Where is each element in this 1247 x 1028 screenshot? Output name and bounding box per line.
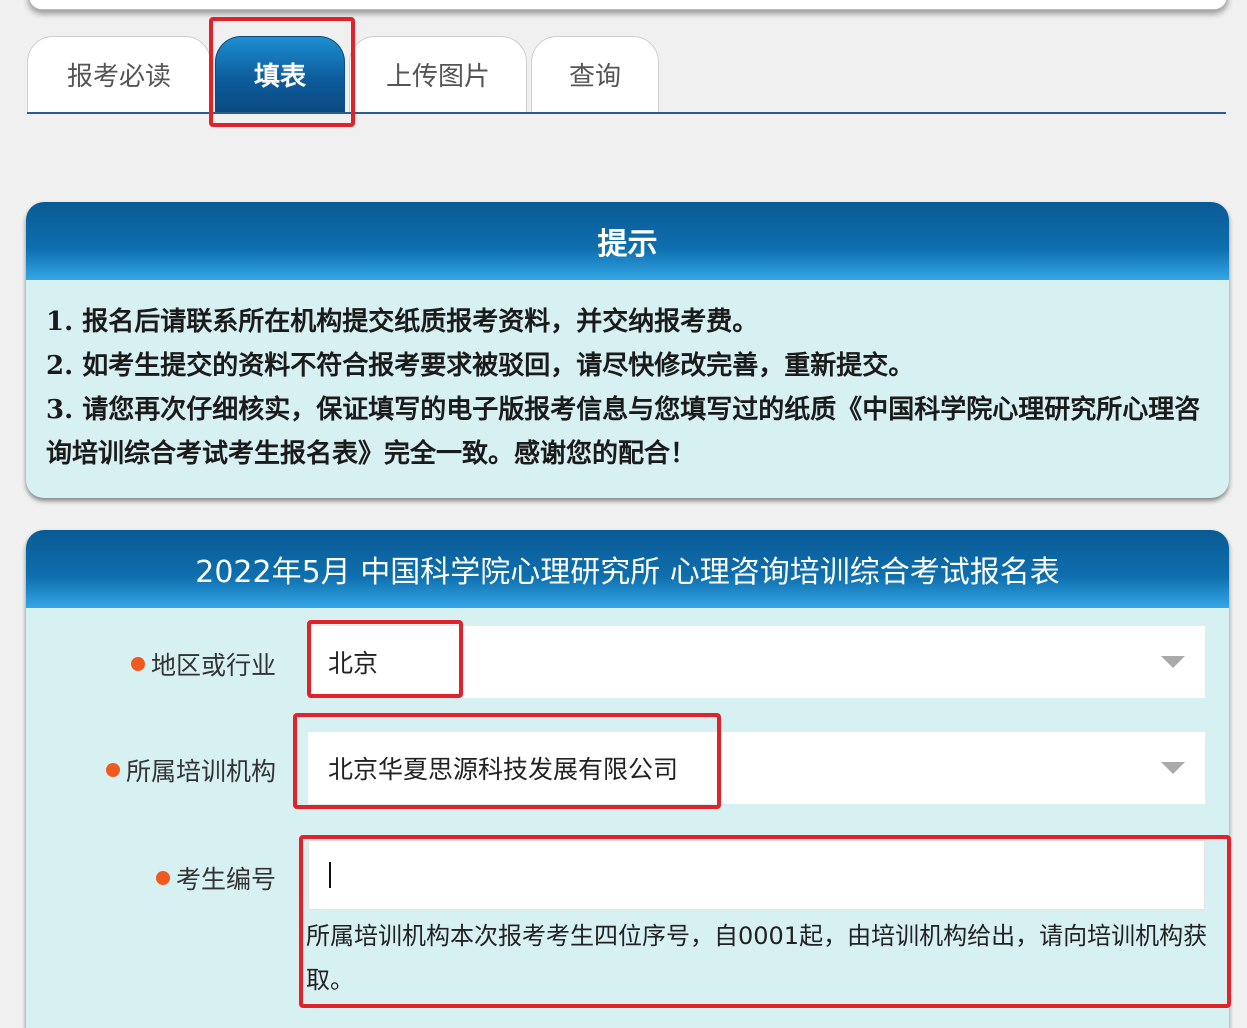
region-label: 地区或行业: [130, 646, 276, 682]
tab-upload-image[interactable]: 上传图片: [349, 36, 527, 112]
tab-query[interactable]: 查询: [531, 36, 659, 112]
tab-fill-form[interactable]: 填表: [215, 36, 345, 112]
candidate-no-input[interactable]: [308, 840, 1205, 910]
required-dot-icon: [155, 871, 170, 885]
tab-label: 查询: [568, 62, 621, 92]
region-row: 地区或行业 北京: [26, 626, 1229, 698]
institution-select[interactable]: 北京华夏思源科技发展有限公司: [308, 732, 1205, 804]
candidate-no-row: 考生编号 所属培训机构本次报考考生四位序号，自0001起，由培训机构给出，请向培…: [26, 840, 1229, 1028]
tab-read-first[interactable]: 报考必读: [27, 36, 211, 112]
hint-panel: 提示 1. 报名后请联系所在机构提交纸质报考资料，并交纳报考费。 2. 如考生提…: [26, 202, 1229, 498]
required-dot-icon: [130, 657, 145, 671]
hint-line: 2. 如考生提交的资料不符合报考要求被驳回，请尽快修改完善，重新提交。: [46, 351, 915, 381]
tab-label: 填表: [253, 62, 306, 92]
region-value: 北京: [328, 649, 379, 678]
chevron-down-icon: [1161, 656, 1185, 668]
tab-label: 上传图片: [385, 62, 490, 92]
hint-line: 3. 请您再次仔细核实，保证填写的电子版报考信息与您填写过的纸质《中国科学院心理…: [46, 395, 1201, 469]
candidate-no-label: 考生编号: [155, 860, 276, 896]
tab-bar: 报考必读 填表 上传图片 查询: [27, 36, 1226, 114]
institution-row: 所属培训机构 北京华夏思源科技发展有限公司: [26, 732, 1229, 804]
region-select[interactable]: 北京: [308, 626, 1205, 698]
institution-value: 北京华夏思源科技发展有限公司: [328, 755, 679, 784]
institution-label: 所属培训机构: [105, 752, 276, 788]
hint-line: 1. 报名后请联系所在机构提交纸质报考资料，并交纳报考费。: [46, 307, 759, 337]
hint-title: 提示: [26, 202, 1229, 280]
registration-form: 2022年5月 中国科学院心理研究所 心理咨询培训综合考试报名表 地区或行业 北…: [26, 530, 1229, 1028]
text-cursor: [329, 862, 331, 888]
candidate-no-helper: 所属培训机构本次报考考生四位序号，自0001起，由培训机构给出，请向培训机构获取…: [306, 922, 1208, 994]
chevron-down-icon: [1161, 762, 1185, 774]
top-bar: [28, 0, 1228, 10]
hint-body: 1. 报名后请联系所在机构提交纸质报考资料，并交纳报考费。 2. 如考生提交的资…: [26, 280, 1229, 476]
form-title: 2022年5月 中国科学院心理研究所 心理咨询培训综合考试报名表: [26, 530, 1229, 608]
required-dot-icon: [105, 763, 120, 777]
tab-label: 报考必读: [66, 62, 171, 92]
